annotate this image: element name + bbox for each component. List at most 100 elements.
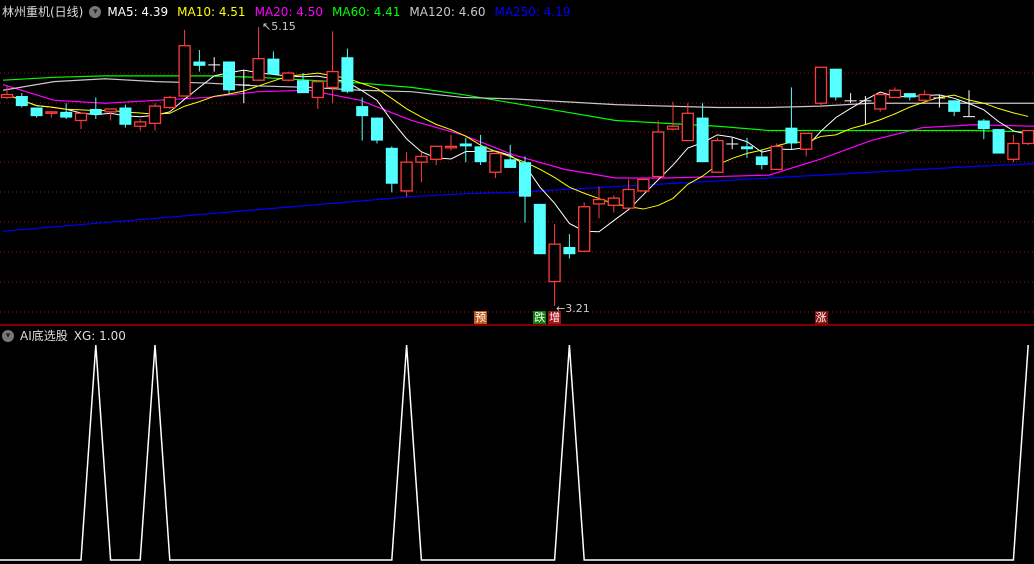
candle-body — [134, 121, 147, 127]
candle-body — [770, 145, 783, 171]
ma-legend-item: MA10: 4.51 — [177, 4, 246, 19]
candle-body — [607, 197, 620, 206]
candle-body — [696, 117, 709, 163]
candle — [208, 57, 221, 72]
candle — [519, 156, 531, 223]
candle-body — [208, 64, 221, 66]
chevron-down-icon[interactable]: ▾ — [89, 5, 102, 18]
candle — [607, 195, 620, 213]
candle-body — [489, 152, 502, 173]
ma-line-ma10 — [6, 72, 1029, 210]
candle-body — [252, 57, 265, 81]
candle — [134, 119, 147, 131]
chevron-down-icon[interactable]: ▾ — [2, 329, 14, 342]
kline-chart[interactable] — [0, 0, 1034, 564]
candle — [755, 149, 768, 170]
candle — [252, 27, 265, 81]
candle-body — [622, 188, 635, 209]
candle — [15, 93, 28, 108]
low-price-value: 3.21 — [565, 302, 590, 315]
candle — [163, 96, 176, 109]
candle — [652, 120, 665, 178]
candle-body — [903, 93, 916, 98]
candle-body — [711, 139, 724, 173]
candle-body — [1007, 142, 1020, 160]
high-price-value: 5.15 — [271, 20, 296, 33]
candle-body — [504, 159, 517, 168]
candle-body — [371, 117, 383, 141]
candle-body — [119, 107, 132, 125]
candle — [800, 132, 813, 157]
candle — [785, 87, 798, 150]
candle-body — [963, 116, 975, 118]
candle — [297, 73, 309, 94]
candle — [45, 111, 58, 118]
candle-body — [918, 93, 931, 101]
candle-body — [104, 108, 117, 113]
ma-legend-item: MA250: 4.19 — [494, 4, 571, 19]
candle-body — [666, 125, 680, 130]
ma-legend-item: MA60: 4.41 — [332, 4, 401, 19]
ma-line-ma250 — [2, 163, 1034, 232]
candle-body — [548, 243, 561, 283]
candle-body — [459, 143, 472, 147]
candle-body — [89, 108, 102, 115]
signal-marker: 跌 — [533, 311, 547, 324]
high-price-label: ↖5.15 — [262, 20, 296, 33]
candle — [104, 108, 117, 121]
signal-marker: 增 — [548, 311, 562, 324]
ma-legend-item: MA5: 4.39 — [107, 4, 169, 19]
candle — [814, 66, 828, 108]
candle-body — [326, 70, 339, 89]
candle — [282, 71, 295, 82]
candle-body — [430, 145, 443, 160]
candle — [148, 103, 162, 131]
candle — [0, 85, 14, 99]
candle-body — [178, 45, 191, 97]
candle — [444, 134, 458, 151]
candle — [533, 203, 546, 255]
candle-body — [341, 57, 354, 92]
candle — [548, 224, 561, 306]
candle-body — [297, 80, 309, 94]
candle-body — [888, 89, 902, 99]
candle-body — [1022, 129, 1034, 145]
candle — [326, 31, 339, 104]
candle-body — [726, 143, 739, 145]
candle — [829, 68, 842, 101]
candle-body — [637, 178, 650, 192]
candle — [918, 90, 931, 101]
candle-body — [652, 131, 665, 178]
candle — [119, 104, 132, 128]
candle — [948, 100, 961, 117]
candle-body — [874, 93, 887, 110]
candle-body — [311, 80, 324, 99]
candle-body — [15, 96, 28, 107]
candle — [385, 146, 398, 193]
candle — [637, 177, 650, 192]
main-header: 林州重机(日线) ▾ MA5: 4.39 MA10: 4.51 MA20: 4.50… — [2, 3, 571, 20]
candle-body — [30, 107, 43, 117]
candle-body — [193, 61, 206, 66]
candle-body — [533, 203, 546, 255]
candle — [60, 103, 73, 120]
indicator-value: XG: 1.00 — [73, 328, 126, 343]
candle-body — [74, 112, 88, 122]
candle-body — [60, 111, 73, 118]
candle — [267, 51, 280, 75]
candle — [681, 103, 694, 142]
ma-legend-item: MA20: 4.50 — [254, 4, 323, 19]
indicator-title: AI底选股 — [20, 329, 68, 343]
candle — [223, 61, 235, 95]
candle-body — [237, 84, 250, 86]
candle-body — [400, 161, 413, 192]
candle — [844, 93, 857, 104]
candle — [459, 137, 472, 163]
candle-body — [519, 162, 531, 197]
candle-body — [755, 156, 768, 166]
candle-body — [356, 106, 369, 117]
candle — [711, 137, 724, 173]
candle — [356, 97, 369, 141]
candle-body — [859, 100, 872, 102]
ma-legend: MA5: 4.39 MA10: 4.51 MA20: 4.50 MA60: 4.41 M… — [107, 5, 570, 19]
